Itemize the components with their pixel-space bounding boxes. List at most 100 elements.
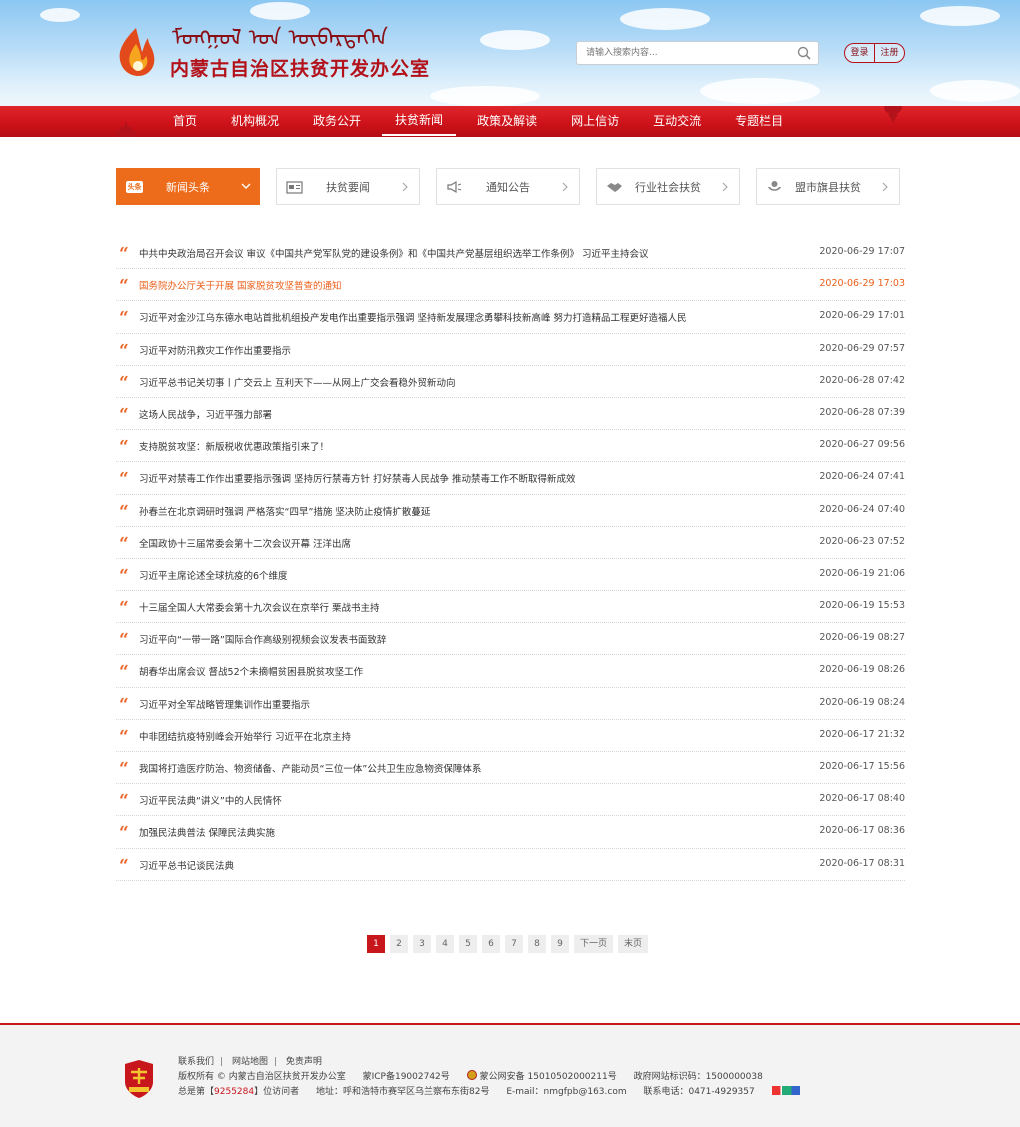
gov-site-mark-icon[interactable] <box>771 1086 800 1095</box>
phone: 联系电话：0471-4929357 <box>643 1087 755 1097</box>
news-row[interactable]: “ 习近平民法典“讲义”中的人民情怀 2020-06-17 08:40 <box>116 784 905 817</box>
quote-mark-icon: “ <box>119 244 129 264</box>
news-title[interactable]: 十三届全国人大常委会第十九次会议在京举行 栗战书主持 <box>139 600 380 614</box>
org-title[interactable]: 内蒙古自治区扶贫开发办公室 <box>170 54 430 81</box>
tab-key-news[interactable]: 扶贫要闻 <box>276 168 420 205</box>
footer-link-sitemap[interactable]: 网站地图 <box>232 1057 268 1067</box>
nav-item-online-petition[interactable]: 网上信访 <box>558 106 632 137</box>
news-row[interactable]: “ 习近平向“一带一路”国际合作高级别视频会议发表书面致辞 2020-06-19 0… <box>116 623 905 656</box>
quote-mark-icon: “ <box>119 533 129 554</box>
news-row[interactable]: “ 习近平对全军战略管理集训作出重要指示 2020-06-19 08:24 <box>116 688 905 720</box>
news-title[interactable]: 胡春华出席会议 督战52个未摘帽贫困县脱贫攻坚工作 <box>139 664 363 678</box>
footer-copyright-line: 版权所有 © 内蒙古自治区扶贫开发办公室 蒙ICP备19002742号 蒙公网安… <box>178 1070 800 1085</box>
nav-item-gov-affairs[interactable]: 政务公开 <box>300 106 374 137</box>
news-row[interactable]: “ 中共中央政治局召开会议 审议《中国共产党军队党的建设条例》和《中国共产党基层组… <box>116 237 905 270</box>
nav-item-special-topics[interactable]: 专题栏目 <box>722 106 796 137</box>
ornament-left-icon <box>116 121 136 137</box>
news-title[interactable]: 全国政协十三届常委会第十二次会议开幕 汪洋出席 <box>139 536 351 550</box>
news-row[interactable]: “ 支持脱贫攻坚：新版税收优惠政策指引来了！ 2020-06-27 09:56 <box>116 430 905 463</box>
news-date: 2020-06-28 07:39 <box>819 406 905 418</box>
news-row[interactable]: “ 十三届全国人大常委会第十九次会议在京举行 栗战书主持 2020-06-19 15… <box>116 591 905 624</box>
last-page-button[interactable]: 末页 <box>618 935 649 953</box>
news-title[interactable]: 习近平对全军战略管理集训作出重要指示 <box>139 697 310 711</box>
footer-link-disclaimer[interactable]: 免责声明 <box>286 1057 322 1067</box>
news-title[interactable]: 中共中央政治局召开会议 审议《中国共产党军队党的建设条例》和《中国共产党基层组织… <box>139 246 649 260</box>
news-date: 2020-06-19 08:27 <box>819 632 905 644</box>
news-title[interactable]: 习近平民法典“讲义”中的人民情怀 <box>139 793 282 807</box>
page-5-button[interactable]: 5 <box>459 935 477 953</box>
news-row[interactable]: “ 胡春华出席会议 督战52个未摘帽贫困县脱贫攻坚工作 2020-06-19 08:… <box>116 655 905 688</box>
nav-item-interaction[interactable]: 互动交流 <box>640 106 714 137</box>
quote-mark-icon: “ <box>119 469 129 490</box>
news-title[interactable]: 加强民法典普法 保障民法典实施 <box>139 825 275 839</box>
quote-mark-icon: “ <box>119 598 129 619</box>
news-row[interactable]: “ 孙春兰在北京调研时强调 严格落实“四早”措施 坚决防止疫情扩散蔓延 2020-0… <box>116 495 905 527</box>
news-title[interactable]: 中非团结抗疫特别峰会开始举行 习近平在北京主持 <box>139 729 351 743</box>
news-row[interactable]: “ 习近平对金沙江乌东德水电站首批机组投产发电作出重要指示强调 坚持新发展理念勇攀… <box>116 301 905 334</box>
tab-label: 通知公告 <box>486 180 530 194</box>
quote-mark-icon: “ <box>119 662 129 683</box>
login-button[interactable]: 登录 <box>845 44 874 62</box>
page-1-button[interactable]: 1 <box>367 935 385 953</box>
tab-industry-social[interactable]: 行业社会扶贫 <box>596 168 740 205</box>
news-title[interactable]: 习近平主席论述全球抗疫的6个维度 <box>139 568 288 582</box>
page-6-button[interactable]: 6 <box>482 935 500 953</box>
news-row[interactable]: “ 习近平主席论述全球抗疫的6个维度 2020-06-19 21:06 <box>116 559 905 592</box>
news-row[interactable]: “ 全国政协十三届常委会第十二次会议开幕 汪洋出席 2020-06-23 07:52 <box>116 527 905 559</box>
search-icon[interactable] <box>797 46 811 60</box>
chevron-right-icon <box>722 182 728 192</box>
news-title[interactable]: 我国将打造医疗防治、物资储备、产能动员“三位一体”公共卫生应急物资保障体系 <box>139 761 481 775</box>
news-title[interactable]: 习近平向“一带一路”国际合作高级别视频会议发表书面致辞 <box>139 632 386 646</box>
news-title[interactable]: 习近平对金沙江乌东德水电站首批机组投产发电作出重要指示强调 坚持新发展理念勇攀科… <box>139 310 687 324</box>
party-gov-emblem-icon[interactable] <box>123 1060 155 1098</box>
search-input[interactable] <box>586 45 786 61</box>
page-7-button[interactable]: 7 <box>505 935 523 953</box>
news-row[interactable]: “ 国务院办公厅关于开展 国家脱贫攻坚普查的通知 2020-06-29 17:03 <box>116 269 905 302</box>
tab-label: 盟市旗县扶贫 <box>795 180 861 194</box>
page-8-button[interactable]: 8 <box>528 935 546 953</box>
police-record[interactable]: 蒙公网安备 15010502000211号 <box>466 1070 617 1082</box>
nav-item-policy[interactable]: 政策及解读 <box>464 106 550 137</box>
footer-link-contact[interactable]: 联系我们 <box>178 1057 214 1067</box>
footer-contact-line: 总是第【9255284】位访问者 地址：呼和浩特市赛罕区乌兰察布东街82号 E-… <box>178 1085 800 1100</box>
news-list: “ 中共中央政治局召开会议 审议《中国共产党军队党的建设条例》和《中国共产党基层组… <box>116 237 905 881</box>
news-row[interactable]: “ 加强民法典普法 保障民法典实施 2020-06-17 08:36 <box>116 816 905 849</box>
next-page-button[interactable]: 下一页 <box>574 935 614 953</box>
news-title[interactable]: 习近平对禁毒工作作出重要指示强调 坚持厉行禁毒方针 打好禁毒人民战争 推动禁毒工… <box>139 471 576 485</box>
nav-item-home[interactable]: 首页 <box>160 106 210 137</box>
news-title[interactable]: 习近平总书记关切事丨广交云上 互利天下——从网上广交会看稳外贸新动向 <box>139 375 456 389</box>
handshake-icon <box>607 183 622 192</box>
news-title[interactable]: 习近平总书记谈民法典 <box>139 858 234 872</box>
icp-number[interactable]: 蒙ICP备19002742号 <box>363 1072 450 1082</box>
news-title[interactable]: 孙春兰在北京调研时强调 严格落实“四早”措施 坚决防止疫情扩散蔓延 <box>139 504 430 518</box>
address: 地址：呼和浩特市赛罕区乌兰察布东街82号 <box>316 1087 490 1097</box>
page-4-button[interactable]: 4 <box>436 935 454 953</box>
news-date: 2020-06-29 07:57 <box>819 342 905 354</box>
copyright-text: 版权所有 © 内蒙古自治区扶贫开发办公室 <box>178 1072 346 1082</box>
news-row[interactable]: “ 习近平对禁毒工作作出重要指示强调 坚持厉行禁毒方针 打好禁毒人民战争 推动禁毒… <box>116 462 905 495</box>
news-row[interactable]: “ 习近平总书记谈民法典 2020-06-17 08:31 <box>116 849 905 881</box>
page-3-button[interactable]: 3 <box>413 935 431 953</box>
news-title[interactable]: 国务院办公厅关于开展 国家脱贫攻坚普查的通知 <box>139 278 342 292</box>
email: E-mail：nmgfpb@163.com <box>506 1087 627 1097</box>
flame-logo-icon[interactable] <box>114 26 158 78</box>
tab-league-county[interactable]: 盟市旗县扶贫 <box>756 168 900 205</box>
nav-item-org-overview[interactable]: 机构概况 <box>218 106 292 137</box>
news-row[interactable]: “ 这场人民战争，习近平强力部署 2020-06-28 07:39 <box>116 398 905 431</box>
news-row[interactable]: “ 习近平对防汛救灾工作作出重要指示 2020-06-29 07:57 <box>116 334 905 366</box>
tab-notices[interactable]: 通知公告 <box>436 168 580 205</box>
news-row[interactable]: “ 我国将打造医疗防治、物资储备、产能动员“三位一体”公共卫生应急物资保障体系 20… <box>116 752 905 785</box>
tab-headlines[interactable]: 头条 新闻头条 <box>116 168 260 205</box>
news-row[interactable]: “ 习近平总书记关切事丨广交云上 互利天下——从网上广交会看稳外贸新动向 2020-… <box>116 366 905 398</box>
news-title[interactable]: 习近平对防汛救灾工作作出重要指示 <box>139 343 291 357</box>
quote-mark-icon: “ <box>119 791 129 812</box>
news-title[interactable]: 支持脱贫攻坚：新版税收优惠政策指引来了！ <box>139 439 329 453</box>
main-nav: 首页 机构概况 政务公开 扶贫新闻 政策及解读 网上信访 互动交流 专题栏目 <box>0 106 1020 137</box>
nav-item-poverty-news[interactable]: 扶贫新闻 <box>382 106 457 136</box>
page-9-button[interactable]: 9 <box>551 935 569 953</box>
register-button[interactable]: 注册 <box>874 44 904 62</box>
site-header: ᠮᠣᠩᠭᠣᠯ ᠤᠨ ᠥᠪᠡᠷᠲᠡᠭᠡᠨ 内蒙古自治区扶贫开发办公室 登录 注册 <box>0 0 1020 106</box>
page-2-button[interactable]: 2 <box>390 935 408 953</box>
news-row[interactable]: “ 中非团结抗疫特别峰会开始举行 习近平在北京主持 2020-06-17 21:32 <box>116 720 905 752</box>
news-title[interactable]: 这场人民战争，习近平强力部署 <box>139 407 272 421</box>
